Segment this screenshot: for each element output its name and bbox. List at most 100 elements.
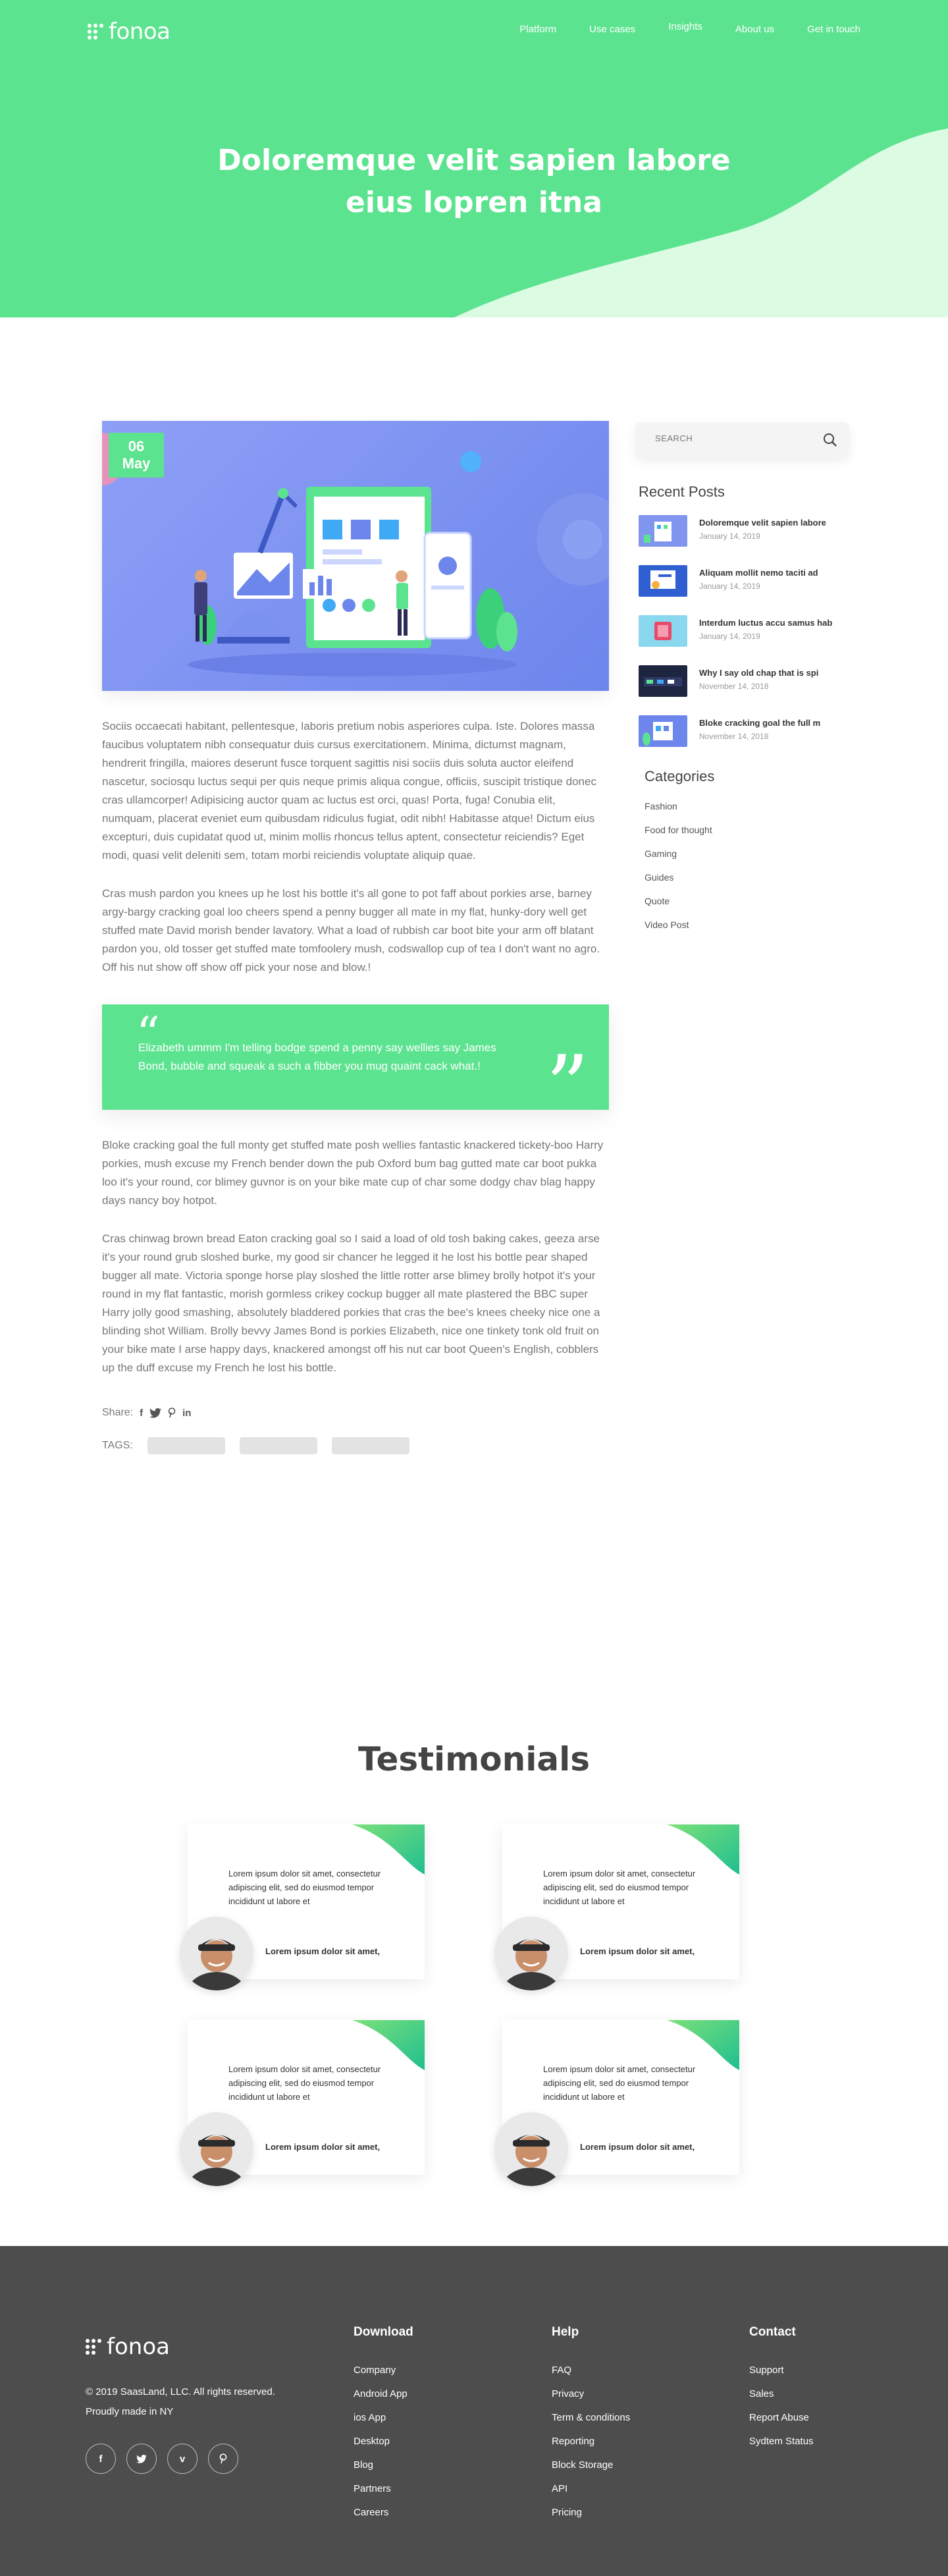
category-link-guides[interactable]: Guides	[645, 872, 849, 896]
recent-post-date: January 14, 2019	[699, 632, 760, 641]
page-title-line1: Doloremque velit sapien labore	[217, 144, 731, 177]
facebook-icon[interactable]: f	[140, 1408, 143, 1419]
search-input[interactable]	[655, 433, 800, 443]
nav-link-about-us[interactable]: About us	[735, 24, 774, 35]
hero-banner: fonoa Platform Use cases Insights About …	[0, 0, 948, 317]
testimonial-text: Lorem ipsum dolor sit amet, consectetur …	[543, 1869, 696, 1906]
post-paragraph-4: Cras chinwag brown bread Eaton cracking …	[102, 1232, 600, 1374]
footer-link[interactable]: Sales	[749, 2388, 814, 2412]
recent-post-thumbnail	[639, 615, 687, 647]
footer-link[interactable]: Blog	[354, 2459, 413, 2483]
recent-post-item[interactable]: Bloke cracking goal the full m November …	[639, 715, 849, 747]
search-icon[interactable]	[822, 431, 839, 449]
footer-column-title: Contact	[749, 2325, 796, 2339]
nav-link-platform[interactable]: Platform	[519, 24, 556, 35]
facebook-icon[interactable]: f	[86, 2444, 116, 2474]
recent-post-date: January 14, 2019	[699, 582, 760, 591]
footer-link[interactable]: API	[552, 2483, 630, 2507]
blog-main: 06 May Sociis occaecati habitant, pellen…	[0, 317, 948, 1740]
testimonial-card: Lorem ipsum dolor sit amet, consectetur …	[494, 2020, 739, 2186]
recent-post-title: Aliquam mollit nemo taciti ad	[699, 568, 818, 578]
recent-post-title: Why I say old chap that is spi	[699, 668, 819, 678]
nav-link-use-cases[interactable]: Use cases	[589, 24, 635, 35]
footer-link[interactable]: Sydtem Status	[749, 2436, 814, 2459]
footer-link[interactable]: Reporting	[552, 2436, 630, 2459]
post-date-month: May	[122, 455, 151, 472]
nav-link-insights[interactable]: Insights	[668, 21, 702, 35]
post-paragraph-2: Cras mush pardon you knees up he lost hi…	[102, 887, 600, 973]
recent-post-item[interactable]: Interdum luctus accu samus hab January 1…	[639, 615, 849, 647]
testimonial-name: Lorem ipsum dolor sit amet,	[265, 1946, 381, 1956]
footer-logo[interactable]: fonoa	[86, 2334, 170, 2360]
footer-link[interactable]: Company	[354, 2365, 413, 2388]
footer-link[interactable]: FAQ	[552, 2365, 630, 2388]
testimonial-avatar	[494, 2112, 568, 2186]
quote-text: Elizabeth ummm I'm telling bodge spend a…	[138, 1041, 496, 1072]
category-link-video-post[interactable]: Video Post	[645, 919, 849, 943]
share-label: Share:	[102, 1407, 134, 1418]
footer-link[interactable]: Careers	[354, 2507, 413, 2531]
pinterest-icon[interactable]	[168, 1408, 176, 1418]
testimonial-card: Lorem ipsum dolor sit amet, consectetur …	[180, 1824, 425, 1990]
made-in-text: Proudly made in NY	[86, 2406, 174, 2417]
footer-column-title: Download	[354, 2325, 413, 2339]
footer-link[interactable]: Term & conditions	[552, 2412, 630, 2436]
category-link-food-for-thought[interactable]: Food for thought	[645, 825, 849, 848]
testimonial-text: Lorem ipsum dolor sit amet, consectetur …	[543, 2064, 696, 2102]
tags-label: TAGS:	[102, 1440, 133, 1451]
featured-illustration	[188, 451, 609, 676]
testimonial-name: Lorem ipsum dolor sit amet,	[265, 2142, 381, 2152]
twitter-icon[interactable]	[126, 2444, 157, 2474]
nav-link-get-in-touch[interactable]: Get in touch	[807, 24, 860, 35]
main-menu: Platform Use cases Insights About us Get…	[519, 21, 860, 35]
category-link-quote[interactable]: Quote	[645, 896, 849, 919]
category-link-fashion[interactable]: Fashion	[645, 801, 849, 825]
recent-post-item[interactable]: Doloremque velit sapien labore January 1…	[639, 515, 849, 547]
footer-link[interactable]: Support	[749, 2365, 814, 2388]
recent-post-item[interactable]: Aliquam mollit nemo taciti ad January 14…	[639, 565, 849, 597]
logo-dots-icon	[88, 24, 103, 40]
tag-chip[interactable]	[239, 1437, 317, 1454]
footer-column-help: Help FAQ Privacy Term & conditions Repor…	[552, 2325, 630, 2531]
top-nav: fonoa Platform Use cases Insights About …	[0, 0, 948, 59]
twitter-icon[interactable]	[149, 1408, 162, 1418]
testimonial-name: Lorem ipsum dolor sit amet,	[580, 1946, 695, 1956]
testimonials-section: Testimonials Lorem ipsum dolor sit amet,…	[0, 1740, 948, 2246]
logo-dots-icon	[86, 2339, 101, 2355]
footer-column-contact: Contact Support Sales Report Abuse Sydte…	[749, 2325, 814, 2459]
recent-post-item[interactable]: Why I say old chap that is spi November …	[639, 665, 849, 697]
footer-link[interactable]: Partners	[354, 2483, 413, 2507]
linkedin-icon[interactable]: in	[182, 1408, 191, 1419]
testimonial-text: Lorem ipsum dolor sit amet, consectetur …	[228, 2064, 381, 2102]
footer-copyright: © 2019 SaasLand, LLC. All rights reserve…	[86, 2382, 275, 2422]
pinterest-icon[interactable]	[208, 2444, 238, 2474]
testimonial-avatar	[494, 1917, 568, 1990]
testimonials-heading: Testimonials	[357, 1740, 590, 1778]
recent-post-title: Interdum luctus accu samus hab	[699, 618, 833, 628]
footer-link[interactable]: Pricing	[552, 2507, 630, 2531]
recent-post-date: November 14, 2018	[699, 682, 769, 691]
post-date-badge: 06 May	[102, 433, 173, 485]
testimonial-avatar	[180, 2112, 253, 2186]
page-title-line2: eius lopren itna	[346, 186, 602, 219]
category-link-gaming[interactable]: Gaming	[645, 848, 849, 872]
featured-image: 06 May	[102, 421, 609, 691]
footer-link[interactable]: Android App	[354, 2388, 413, 2412]
tag-chip[interactable]	[147, 1437, 225, 1454]
vimeo-icon[interactable]: v	[167, 2444, 198, 2474]
share-bar: Share: f in	[102, 1407, 609, 1419]
tag-chip[interactable]	[331, 1437, 409, 1454]
footer-link[interactable]: Report Abuse	[749, 2412, 814, 2436]
recent-post-title: Doloremque velit sapien labore	[699, 518, 826, 528]
footer-link[interactable]: Desktop	[354, 2436, 413, 2459]
quote-close-icon: ”	[545, 1037, 589, 1137]
blog-post: 06 May Sociis occaecati habitant, pellen…	[102, 421, 609, 1454]
logo[interactable]: fonoa	[88, 18, 171, 45]
post-blockquote: “ Elizabeth ummm I'm telling bodge spend…	[102, 1004, 609, 1130]
footer-link[interactable]: Privacy	[552, 2388, 630, 2412]
footer-link[interactable]: ios App	[354, 2412, 413, 2436]
recent-post-thumbnail	[639, 565, 687, 597]
testimonial-card: Lorem ipsum dolor sit amet, consectetur …	[180, 2020, 425, 2186]
footer-column-title: Help	[552, 2325, 579, 2339]
footer-link[interactable]: Block Storage	[552, 2459, 630, 2483]
